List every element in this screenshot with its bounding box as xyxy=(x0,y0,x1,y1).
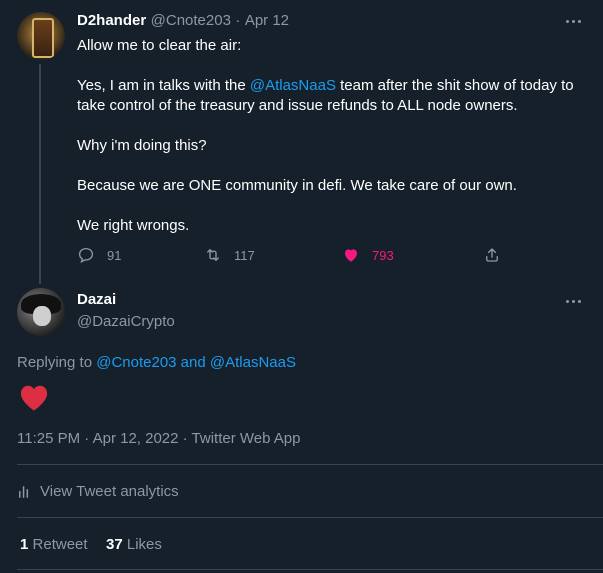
tweet-timestamp[interactable]: 11:25 PM · Apr 12, 2022 · Twitter Web Ap… xyxy=(17,430,301,447)
retweet-label: Retweet xyxy=(32,536,88,553)
retweet-count: 117 xyxy=(234,247,255,263)
like-button[interactable]: 793 xyxy=(342,246,394,264)
analytics-icon xyxy=(19,486,29,498)
parent-handle[interactable]: @Cnote203 xyxy=(151,12,231,29)
reply-mention-atlasnaas[interactable]: @AtlasNaaS xyxy=(210,354,296,371)
divider xyxy=(17,464,603,465)
paragraph-text: Yes, I am in talks with the xyxy=(77,77,250,94)
tweet-paragraph: We right wrongs. xyxy=(77,217,190,234)
mention-link[interactable]: @AtlasNaaS xyxy=(250,77,336,94)
like-count: 793 xyxy=(372,247,394,263)
like-count: 37 xyxy=(106,536,123,553)
retweet-count: 1 xyxy=(20,536,29,553)
tweet-content-heart: ❤️ xyxy=(19,384,49,417)
tweet-paragraph: Because we are ONE community in defi. We… xyxy=(77,177,517,194)
avatar-dazai[interactable] xyxy=(17,288,65,336)
analytics-label: View Tweet analytics xyxy=(40,483,179,500)
reply-icon xyxy=(78,247,94,264)
parent-date[interactable]: Apr 12 xyxy=(245,12,289,29)
replying-to-line: Replying to @Cnote203 and @AtlasNaaS xyxy=(17,354,296,371)
retweet-icon xyxy=(207,249,219,261)
more-icon[interactable] xyxy=(563,296,583,306)
header-separator: · xyxy=(235,12,241,29)
divider xyxy=(17,569,603,570)
retweets-stat[interactable]: 1 Retweet xyxy=(20,536,88,553)
share-button[interactable] xyxy=(483,246,501,264)
parent-tweet-text: Allow me to clear the air: Yes, I am in … xyxy=(77,36,592,236)
heart-filled-icon xyxy=(345,249,357,262)
like-label: Likes xyxy=(126,536,162,553)
tweet-paragraph: Yes, I am in talks with the @AtlasNaaS t… xyxy=(77,76,592,116)
reply-button[interactable]: 91 xyxy=(77,246,121,264)
replying-prefix: Replying to xyxy=(17,354,97,371)
parent-display-name[interactable]: D2hander xyxy=(77,12,146,29)
share-icon xyxy=(486,248,498,262)
divider xyxy=(17,517,603,518)
heart-emoji-icon xyxy=(20,385,48,411)
avatar-d2hander[interactable] xyxy=(17,12,65,60)
reply-count: 91 xyxy=(107,247,122,263)
more-icon[interactable] xyxy=(563,16,583,26)
tweet-paragraph: Why i'm doing this? xyxy=(77,137,207,154)
parent-tweet-header: D2hander @Cnote203 · Apr 12 xyxy=(77,12,289,30)
retweet-button[interactable]: 117 xyxy=(204,246,255,264)
likes-stat[interactable]: 37 Likes xyxy=(106,536,162,553)
main-display-name[interactable]: Dazai xyxy=(77,291,116,308)
replying-and: and xyxy=(176,354,210,371)
main-handle[interactable]: @DazaiCrypto xyxy=(77,313,175,330)
thread-connector-line xyxy=(39,64,41,284)
view-analytics-link[interactable]: View Tweet analytics xyxy=(17,483,179,500)
tweet-paragraph: Allow me to clear the air: xyxy=(77,37,242,54)
reply-mention-cnote203[interactable]: @Cnote203 xyxy=(96,354,176,371)
